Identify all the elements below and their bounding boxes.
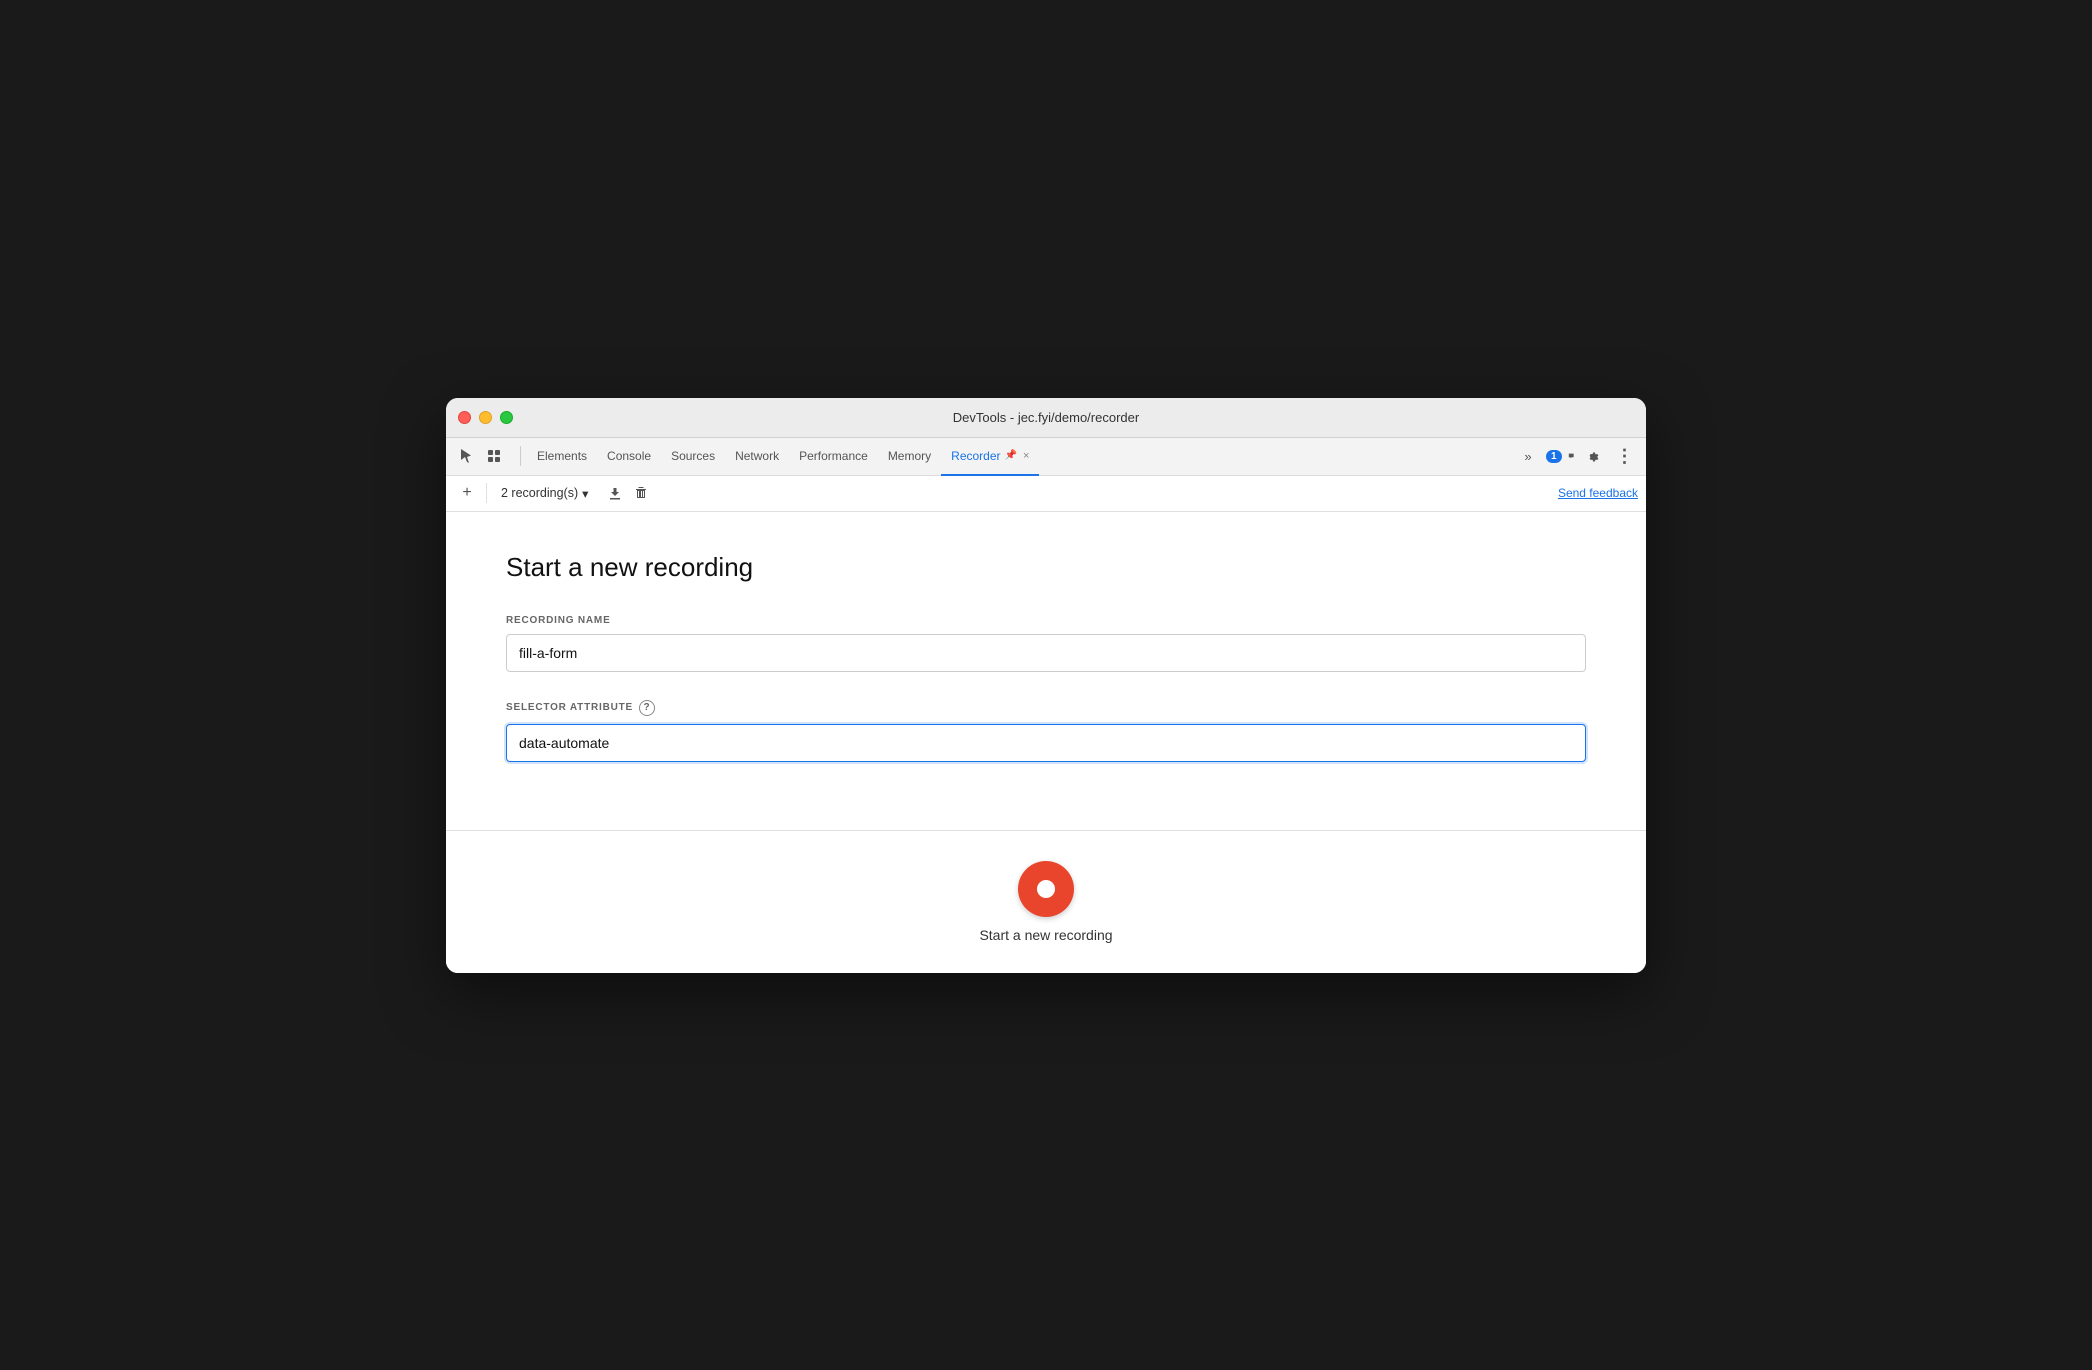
- recording-selector[interactable]: 2 recording(s) ▾: [493, 483, 596, 504]
- recording-name-field: RECORDING NAME: [506, 615, 1586, 700]
- tab-sources[interactable]: Sources: [661, 438, 725, 476]
- devtools-panel: Elements Console Sources Network Perform…: [446, 438, 1646, 973]
- selector-attribute-field: SELECTOR ATTRIBUTE ?: [506, 700, 1586, 790]
- tab-bar-right: » 1 ⋮: [1514, 442, 1638, 470]
- start-recording-button[interactable]: [1018, 861, 1074, 917]
- tab-console[interactable]: Console: [597, 438, 661, 476]
- delete-recording-button[interactable]: [628, 480, 654, 506]
- tab-bar: Elements Console Sources Network Perform…: [446, 438, 1646, 476]
- minimize-button[interactable]: [479, 411, 492, 424]
- settings-button[interactable]: [1578, 442, 1606, 470]
- chat-badge: 1: [1546, 450, 1562, 463]
- send-feedback-link[interactable]: Send feedback: [1558, 486, 1638, 500]
- tab-performance[interactable]: Performance: [789, 438, 878, 476]
- toolbar-separator-1: [486, 483, 487, 503]
- record-button-label: Start a new recording: [979, 927, 1112, 943]
- chat-button[interactable]: 1: [1546, 442, 1574, 470]
- devtools-window: DevTools - jec.fyi/demo/recorder Element…: [446, 398, 1646, 973]
- close-button[interactable]: [458, 411, 471, 424]
- toolbar: + 2 recording(s) ▾ Send feedback: [446, 476, 1646, 512]
- chevron-down-icon: ▾: [582, 486, 588, 501]
- tab-recorder[interactable]: Recorder 📌 ×: [941, 438, 1039, 476]
- tab-elements[interactable]: Elements: [527, 438, 597, 476]
- layers-icon[interactable]: [482, 444, 506, 468]
- bottom-section: Start a new recording: [446, 830, 1646, 973]
- add-recording-button[interactable]: +: [454, 480, 480, 506]
- selector-attribute-label: SELECTOR ATTRIBUTE ?: [506, 700, 1586, 716]
- tab-bar-icons: [454, 444, 506, 468]
- selector-attribute-input[interactable]: [506, 724, 1586, 762]
- page-title: Start a new recording: [506, 552, 1586, 583]
- recording-name-label: RECORDING NAME: [506, 615, 1586, 626]
- cursor-icon[interactable]: [454, 444, 478, 468]
- tab-pin-icon: 📌: [1005, 450, 1017, 461]
- window-title: DevTools - jec.fyi/demo/recorder: [953, 410, 1139, 425]
- main-content: Start a new recording RECORDING NAME SEL…: [446, 512, 1646, 830]
- traffic-lights: [458, 411, 513, 424]
- more-tabs-button[interactable]: »: [1514, 442, 1542, 470]
- tab-memory[interactable]: Memory: [878, 438, 941, 476]
- download-recording-button[interactable]: [602, 480, 628, 506]
- maximize-button[interactable]: [500, 411, 513, 424]
- more-options-button[interactable]: ⋮: [1610, 442, 1638, 470]
- tab-network[interactable]: Network: [725, 438, 789, 476]
- help-icon[interactable]: ?: [639, 700, 655, 716]
- record-button-inner: [1037, 880, 1055, 898]
- tab-close-icon[interactable]: ×: [1023, 450, 1029, 462]
- recording-name-input[interactable]: [506, 634, 1586, 672]
- title-bar: DevTools - jec.fyi/demo/recorder: [446, 398, 1646, 438]
- tab-separator-left: [520, 446, 521, 466]
